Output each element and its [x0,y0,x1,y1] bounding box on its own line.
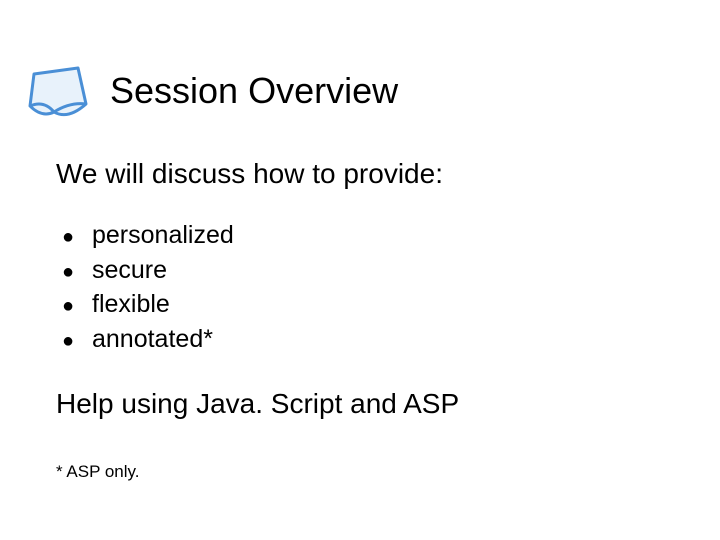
footnote-text: * ASP only. [56,462,139,482]
list-item: ● flexible [62,287,234,322]
bullet-label: annotated* [92,322,213,357]
bullet-icon: ● [62,224,92,252]
bullet-icon: ● [62,293,92,321]
bullet-label: flexible [92,287,170,322]
bullet-list: ● personalized ● secure ● flexible ● ann… [62,218,234,356]
bullet-icon: ● [62,259,92,287]
list-item: ● personalized [62,218,234,253]
closing-text: Help using Java. Script and ASP [56,388,459,420]
bullet-label: secure [92,253,167,288]
bullet-label: personalized [92,218,234,253]
bullet-icon: ● [62,328,92,356]
slide: Session Overview We will discuss how to … [0,0,720,540]
list-item: ● secure [62,253,234,288]
title-row: Session Overview [20,58,398,124]
list-item: ● annotated* [62,322,234,357]
intro-text: We will discuss how to provide: [56,158,443,190]
paper-icon [20,58,100,124]
slide-title: Session Overview [110,70,398,112]
